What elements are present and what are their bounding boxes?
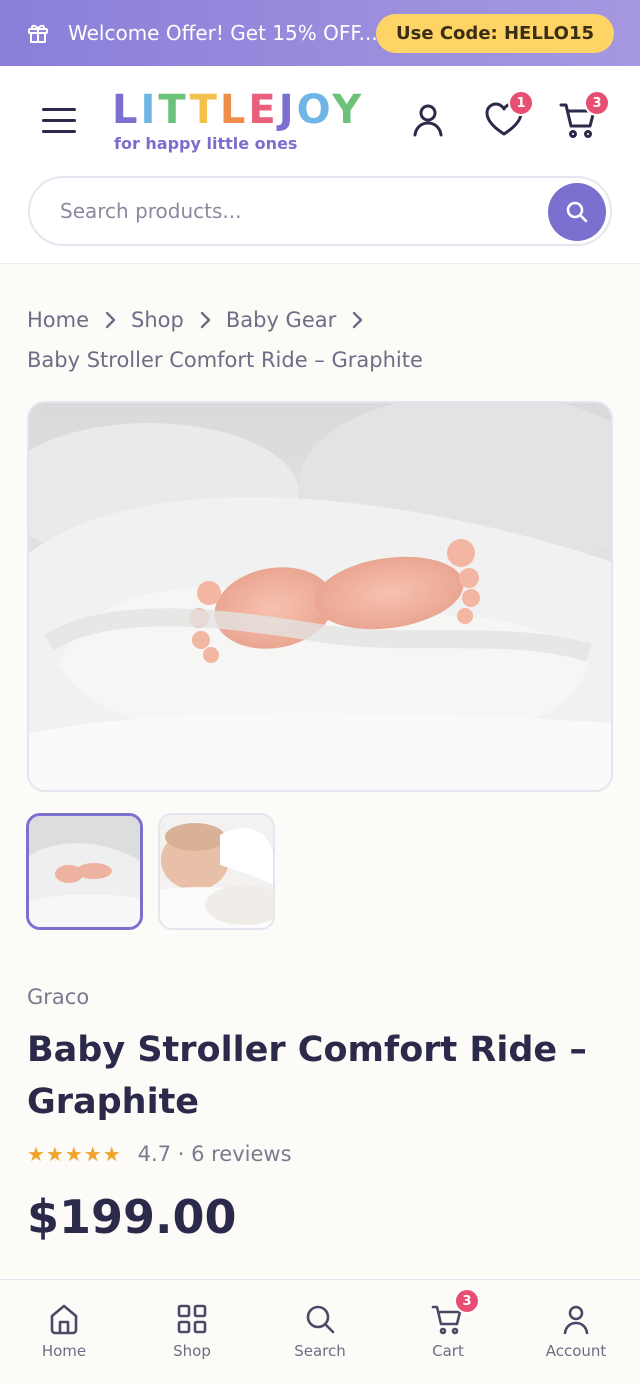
product-main-image[interactable]	[27, 401, 613, 792]
breadcrumb-shop[interactable]: Shop	[131, 308, 184, 332]
search-input[interactable]	[60, 199, 530, 223]
logo-wordmark: LITTLEJOY	[112, 88, 364, 132]
breadcrumb-baby-gear[interactable]: Baby Gear	[226, 308, 336, 332]
chevron-right-icon	[353, 311, 363, 329]
search-icon	[306, 1305, 335, 1334]
chevron-right-icon	[105, 311, 116, 329]
logo-letter: J	[278, 87, 297, 133]
thumbnail-2[interactable]	[158, 813, 275, 930]
logo-letter: L	[112, 87, 141, 133]
tab-search-label: Search	[294, 1342, 346, 1360]
breadcrumb-current: Baby Stroller Comfort Ride – Graphite	[27, 348, 423, 372]
logo[interactable]: LITTLEJOY for happy little ones	[112, 88, 364, 153]
wishlist-badge: 1	[508, 90, 534, 116]
tab-search[interactable]: Search	[256, 1280, 384, 1385]
grid-icon	[177, 1304, 207, 1334]
home-icon	[50, 1304, 78, 1335]
search-bar	[28, 176, 612, 246]
logo-letter: O	[296, 87, 333, 133]
logo-tagline: for happy little ones	[114, 134, 298, 153]
breadcrumb: Home Shop Baby Gear Baby Stroller Comfort …	[27, 300, 617, 380]
logo-letter: I	[140, 87, 159, 133]
rating-text: 4.7 · 6 reviews	[137, 1142, 292, 1166]
tab-cart-label: Cart	[432, 1342, 464, 1360]
sleeping-baby-thumbnail	[160, 815, 273, 928]
product-brand[interactable]: Graco	[27, 985, 89, 1009]
gift-icon	[28, 24, 48, 43]
thumbnail-1[interactable]	[26, 813, 143, 930]
tab-cart[interactable]: Cart 3	[384, 1280, 512, 1385]
bottom-tab-bar: Home Shop Search Cart 3 Account	[0, 1279, 640, 1385]
promo-message: Welcome Offer! Get 15% OFF...	[68, 21, 377, 45]
logo-letter: Y	[332, 87, 365, 133]
baby-feet-image	[29, 403, 611, 790]
product-price: $199.00	[27, 1190, 237, 1244]
tab-home[interactable]: Home	[0, 1280, 128, 1385]
cart-badge: 3	[584, 90, 610, 116]
user-icon[interactable]	[408, 100, 448, 140]
logo-letter: L	[219, 87, 249, 133]
product-title: Baby Stroller Comfort Ride – Graphite	[27, 1030, 587, 1122]
logo-letter: E	[248, 87, 279, 133]
baby-feet-thumbnail	[29, 816, 140, 927]
product-rating[interactable]: ★★★★★ 4.7 · 6 reviews	[27, 1142, 292, 1166]
tab-account[interactable]: Account	[512, 1280, 640, 1385]
logo-letter: T	[158, 87, 190, 133]
tab-shop-label: Shop	[173, 1342, 211, 1360]
chevron-right-icon	[200, 311, 211, 329]
tab-cart-badge: 3	[454, 1288, 480, 1314]
logo-letter: T	[189, 87, 220, 133]
breadcrumb-home[interactable]: Home	[27, 308, 89, 332]
star-rating-icon: ★★★★★	[27, 1142, 122, 1166]
menu-icon[interactable]	[42, 108, 76, 134]
search-icon	[566, 201, 588, 223]
promo-banner: Welcome Offer! Get 15% OFF... Use Code: …	[0, 0, 640, 66]
search-button[interactable]	[548, 183, 606, 241]
tab-account-label: Account	[545, 1342, 607, 1360]
tab-home-label: Home	[41, 1342, 87, 1360]
user-icon	[563, 1305, 589, 1335]
promo-code-button[interactable]: Use Code: HELLO15	[376, 13, 614, 53]
site-header: LITTLEJOY for happy little ones 1 3	[0, 66, 640, 264]
tab-shop[interactable]: Shop	[128, 1280, 256, 1385]
